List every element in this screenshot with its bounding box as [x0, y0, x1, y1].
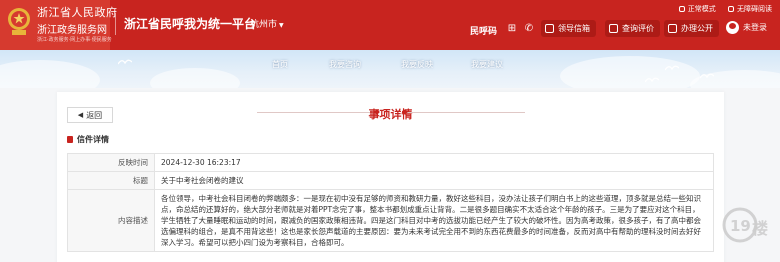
title-ornament-right — [405, 112, 525, 113]
national-emblem-icon — [8, 8, 30, 35]
accessible-reading-label: 无障碍阅读 — [737, 5, 772, 13]
gov-subtitle: 浙江·政务服务·网上办事·便民服务 — [37, 37, 112, 43]
public-handling-button[interactable]: 办理公开 — [664, 20, 719, 37]
leader-mailbox-label: 领导信箱 — [558, 24, 590, 33]
back-arrow-icon: ◀ — [77, 111, 84, 119]
query-evaluate-label: 查询评价 — [622, 24, 654, 33]
mail-icon — [545, 24, 554, 33]
nav-item-suggest[interactable]: 我要建议 — [471, 59, 503, 70]
avatar-icon — [726, 21, 739, 34]
svg-text:19: 19 — [730, 217, 751, 235]
details-table: 反映时间 2024-12-30 16:23:17 标题 关于中考社会闭卷的建议 … — [67, 153, 714, 252]
svg-text:楼: 楼 — [752, 219, 768, 238]
query-evaluate-button[interactable]: 查询评价 — [605, 20, 660, 37]
login-button[interactable]: 未登录 — [726, 21, 767, 34]
watermark-logo: 19 楼 — [722, 207, 768, 243]
normal-mode-link[interactable]: 正常模式 — [678, 4, 716, 14]
back-label: 返回 — [86, 110, 103, 120]
document-icon — [668, 24, 677, 33]
gov-service-name: 浙江政务服务网 — [37, 25, 107, 36]
submit-time-value: 2024-12-30 16:23:17 — [154, 153, 714, 172]
public-handling-label: 办理公开 — [681, 24, 713, 33]
row-key: 反映时间 — [67, 153, 155, 172]
login-label: 未登录 — [743, 23, 767, 32]
nav-item-home[interactable]: 首页 — [272, 59, 288, 70]
accessibility-links: 正常模式 无障碍阅读 — [669, 4, 772, 14]
back-button[interactable]: ◀ 返回 — [67, 107, 113, 123]
search-icon — [609, 24, 618, 33]
title-ornament-left — [257, 112, 377, 113]
title-value: 关于中考社会闭卷的建议 — [154, 171, 714, 190]
gov-name: 浙江省人民政府 — [37, 6, 118, 19]
mode-icon — [678, 6, 685, 12]
detail-card: ◀ 返回 事项详情 信件详情 反映时间 2024-12-30 16:23:17 标… — [57, 92, 724, 262]
header-divider — [115, 13, 116, 35]
section-title: 事项详情 — [368, 108, 413, 121]
phone-icon[interactable]: ✆ — [522, 21, 536, 35]
row-key: 内容描述 — [67, 189, 155, 252]
hotline-code-label[interactable]: 民呼码 — [470, 24, 497, 37]
letter-details-header: 信件详情 — [67, 133, 714, 146]
content-description-value: 各位领导，中考社会科目闭卷的弊端颇多：一是现在初中没有足够的师资和教研力量，教好… — [154, 189, 714, 252]
nav-item-report[interactable]: 我要反映 — [401, 59, 433, 70]
bird-icon — [645, 77, 659, 83]
letter-details-label: 信件详情 — [77, 135, 109, 144]
table-row: 标题 关于中考社会闭卷的建议 — [67, 171, 714, 190]
accessibility-icon — [728, 6, 734, 12]
normal-mode-label: 正常模式 — [687, 5, 716, 13]
table-row: 内容描述 各位领导，中考社会科目闭卷的弊端颇多：一是现在初中没有足够的师资和教研… — [67, 189, 714, 252]
chevron-down-icon: ▼ — [279, 22, 284, 29]
main-nav: 首页 我要咨询 我要反映 我要建议 — [0, 50, 780, 76]
letter-icon — [67, 136, 73, 143]
platform-title[interactable]: 浙江省民呼我为统一平台 — [124, 15, 256, 32]
row-key: 标题 — [67, 171, 155, 190]
table-row: 反映时间 2024-12-30 16:23:17 — [67, 153, 714, 172]
nav-item-consult[interactable]: 我要咨询 — [329, 59, 361, 70]
city-label: 杭州市 — [250, 20, 278, 30]
accessible-reading-link[interactable]: 无障碍阅读 — [728, 4, 772, 14]
grid-icon[interactable]: ⊞ — [505, 21, 519, 35]
leader-mailbox-button[interactable]: 领导信箱 — [541, 20, 596, 37]
gov-logo-block[interactable]: 浙江省人民政府 浙江政务服务网 浙江·政务服务·网上办事·便民服务 — [0, 0, 117, 50]
top-header: 浙江省人民政府 浙江政务服务网 浙江·政务服务·网上办事·便民服务 浙江省民呼我… — [0, 0, 780, 50]
city-selector[interactable]: 杭州市 ▼ — [250, 17, 284, 30]
